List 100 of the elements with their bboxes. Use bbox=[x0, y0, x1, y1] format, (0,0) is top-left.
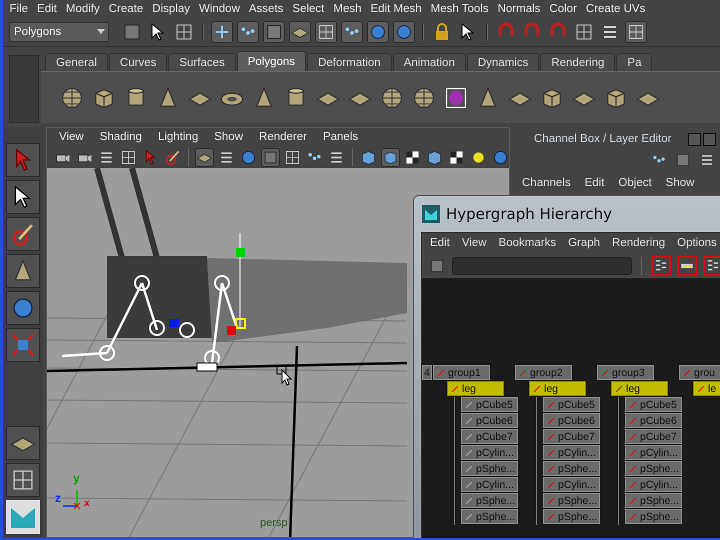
tree-icon[interactable] bbox=[703, 256, 720, 276]
menu-item[interactable]: View bbox=[51, 131, 92, 143]
node-icon bbox=[520, 370, 526, 376]
shelf-tab[interactable]: Surfaces bbox=[168, 53, 236, 71]
graph-node[interactable]: leg bbox=[611, 381, 668, 396]
menu-item[interactable]: Show bbox=[666, 177, 694, 189]
graph-node[interactable]: pCube6 bbox=[543, 413, 600, 428]
menu-item[interactable]: Mesh bbox=[328, 2, 366, 14]
menu-item[interactable]: Edit bbox=[584, 177, 604, 189]
shelf-tab[interactable]: Curves bbox=[108, 53, 168, 71]
menu-item[interactable]: Normals bbox=[493, 2, 545, 14]
menu-item[interactable]: Lighting bbox=[150, 131, 206, 143]
graph-node[interactable]: group2 bbox=[515, 365, 572, 380]
menu-item[interactable]: View bbox=[462, 237, 487, 249]
menu-item[interactable]: Create UVs bbox=[581, 2, 650, 14]
node-icon bbox=[466, 418, 472, 424]
float-button[interactable] bbox=[688, 132, 701, 146]
graph-node[interactable]: pCylin... bbox=[461, 445, 518, 460]
node-icon bbox=[548, 482, 554, 488]
node-icon bbox=[548, 418, 554, 424]
graph-node[interactable]: leg bbox=[447, 381, 504, 396]
hierarchy-icon[interactable] bbox=[651, 256, 671, 276]
menu-item[interactable]: Bookmarks bbox=[498, 237, 556, 249]
graph-node[interactable]: grou bbox=[679, 365, 720, 380]
close-button[interactable] bbox=[703, 132, 716, 146]
node-icon bbox=[548, 434, 554, 440]
menu-item[interactable]: Renderer bbox=[251, 131, 315, 143]
camera-label: persp bbox=[260, 517, 288, 529]
node-icon bbox=[630, 402, 636, 408]
graph-node[interactable]: pCylin... bbox=[543, 477, 600, 492]
graph-node[interactable]: group1 bbox=[433, 365, 490, 380]
graph-node[interactable]: pCylin... bbox=[625, 445, 682, 460]
graph-node[interactable]: pCylin... bbox=[625, 477, 682, 492]
graph-node[interactable]: pCube7 bbox=[543, 429, 600, 444]
node-icon bbox=[548, 450, 554, 456]
graph-node[interactable]: pCube5 bbox=[625, 397, 682, 412]
graph-node[interactable]: pCylin... bbox=[461, 477, 518, 492]
menu-item[interactable]: Panels bbox=[314, 131, 366, 143]
graph-node[interactable]: le bbox=[693, 381, 720, 396]
node-icon[interactable] bbox=[677, 256, 697, 276]
shelf-tab[interactable]: Pa bbox=[616, 53, 652, 71]
menu-item[interactable]: Assets bbox=[244, 2, 288, 14]
node-icon bbox=[602, 370, 608, 376]
menu-item[interactable]: File bbox=[5, 2, 33, 14]
graph-node[interactable]: pSphe... bbox=[461, 461, 518, 476]
menu-item[interactable]: Mesh Tools bbox=[426, 2, 494, 14]
menu-item[interactable]: Shading bbox=[92, 131, 150, 143]
shelf-tab[interactable]: Deformation bbox=[307, 53, 392, 71]
particles-icon[interactable] bbox=[341, 20, 363, 42]
logo-icon bbox=[422, 205, 440, 223]
menu-item[interactable]: Object bbox=[618, 177, 652, 189]
menu-item[interactable]: Options bbox=[677, 237, 717, 249]
node-icon bbox=[698, 386, 704, 392]
snap-grid-icon[interactable] bbox=[211, 20, 233, 42]
window-title: Hypergraph Hierarchy bbox=[446, 205, 612, 223]
graph-node[interactable]: pCube5 bbox=[543, 397, 600, 412]
graph-node[interactable]: group3 bbox=[597, 365, 654, 380]
menu-item[interactable]: Create bbox=[104, 2, 148, 14]
menu-item[interactable]: Edit bbox=[32, 2, 62, 14]
node-icon bbox=[548, 466, 554, 472]
node-icon bbox=[548, 402, 554, 408]
graph-node[interactable]: pSphe... bbox=[625, 509, 682, 524]
graph-node[interactable]: pCube7 bbox=[625, 429, 682, 444]
snap-surface-icon[interactable] bbox=[289, 20, 311, 42]
shelf-tab[interactable]: General bbox=[45, 53, 108, 71]
grid-icon[interactable] bbox=[195, 148, 214, 166]
menu-item[interactable]: Modify bbox=[61, 2, 104, 14]
menu-item[interactable]: Display bbox=[148, 2, 194, 14]
shelf-tab[interactable]: Animation bbox=[392, 53, 466, 71]
menu-item[interactable]: Edit bbox=[430, 237, 450, 249]
graph-node[interactable]: pCube6 bbox=[461, 413, 518, 428]
graph-node[interactable]: pCylin... bbox=[543, 445, 600, 460]
menu-item[interactable]: Edit Mesh bbox=[366, 2, 426, 14]
menu-set-dropdown[interactable]: Polygons bbox=[9, 22, 109, 42]
graph-node[interactable]: 4 bbox=[422, 365, 432, 380]
search-field[interactable] bbox=[452, 256, 632, 274]
graph-node[interactable]: pSphe... bbox=[543, 461, 600, 476]
graph-node[interactable]: pCube6 bbox=[625, 413, 682, 428]
shelf-tab[interactable]: Rendering bbox=[540, 53, 616, 71]
graph-node[interactable]: pSphe... bbox=[543, 493, 600, 508]
shelf-tab[interactable]: Dynamics bbox=[466, 53, 540, 71]
graph-node[interactable]: pSphe... bbox=[543, 509, 600, 524]
graph-node[interactable]: pSphe... bbox=[625, 461, 682, 476]
graph-node[interactable]: pSphe... bbox=[461, 493, 518, 508]
node-icon bbox=[630, 498, 636, 504]
graph-node[interactable]: leg bbox=[529, 381, 586, 396]
menu-item[interactable]: Rendering bbox=[612, 237, 666, 249]
graph-node[interactable]: pSphe... bbox=[461, 509, 518, 524]
menu-item[interactable]: Channels bbox=[522, 177, 571, 189]
shelf-tab[interactable]: Polygons bbox=[236, 51, 306, 71]
graph-node[interactable]: pSphe... bbox=[625, 493, 682, 508]
menu-item[interactable]: Show bbox=[206, 131, 252, 143]
node-icon bbox=[466, 514, 472, 520]
menu-item[interactable]: Color bbox=[544, 2, 582, 14]
axis-label: z bbox=[55, 491, 61, 505]
graph-node[interactable]: pCube7 bbox=[461, 429, 518, 444]
menu-item[interactable]: Window bbox=[194, 2, 244, 14]
menu-item[interactable]: Select bbox=[288, 2, 329, 14]
graph-node[interactable]: pCube5 bbox=[461, 397, 518, 412]
menu-item[interactable]: Graph bbox=[568, 237, 600, 249]
